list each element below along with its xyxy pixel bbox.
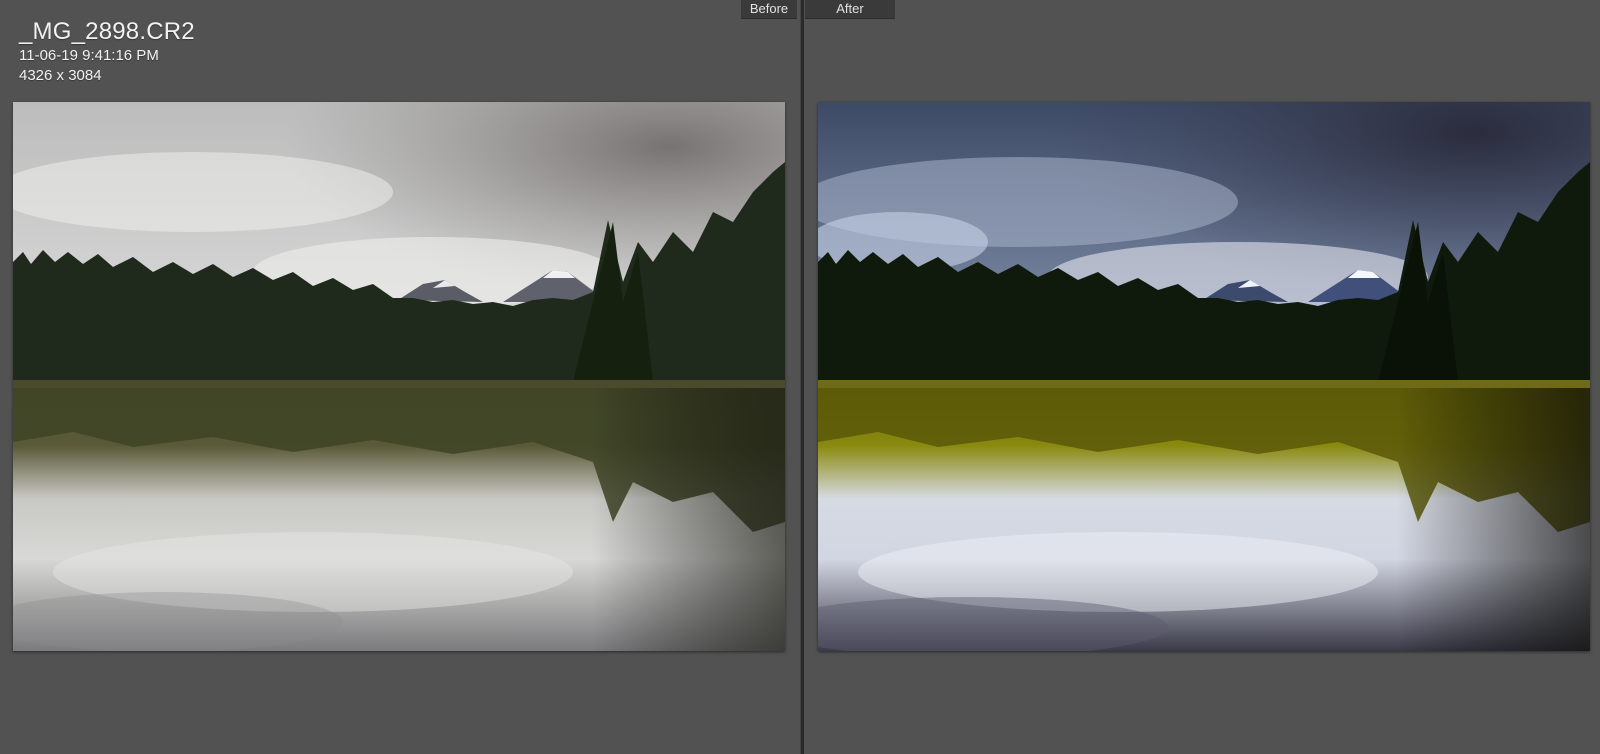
after-pane: After	[803, 0, 1600, 754]
before-photo[interactable]	[13, 102, 785, 651]
photo-info-overlay: _MG_2898.CR2 11-06-19 9:41:16 PM 4326 x …	[19, 18, 195, 86]
before-pane: Before _MG_2898.CR2 11-06-19 9:41:16 PM …	[0, 0, 800, 754]
before-label[interactable]: Before	[741, 0, 797, 19]
after-label[interactable]: After	[805, 0, 895, 19]
after-photo[interactable]	[818, 102, 1590, 651]
compare-view: Before _MG_2898.CR2 11-06-19 9:41:16 PM …	[0, 0, 1600, 754]
photo-filename: _MG_2898.CR2	[19, 18, 195, 45]
after-photo-image	[818, 102, 1590, 651]
photo-datetime: 11-06-19 9:41:16 PM	[19, 47, 159, 64]
before-photo-image	[13, 102, 785, 651]
photo-dimensions: 4326 x 3084	[19, 67, 102, 84]
